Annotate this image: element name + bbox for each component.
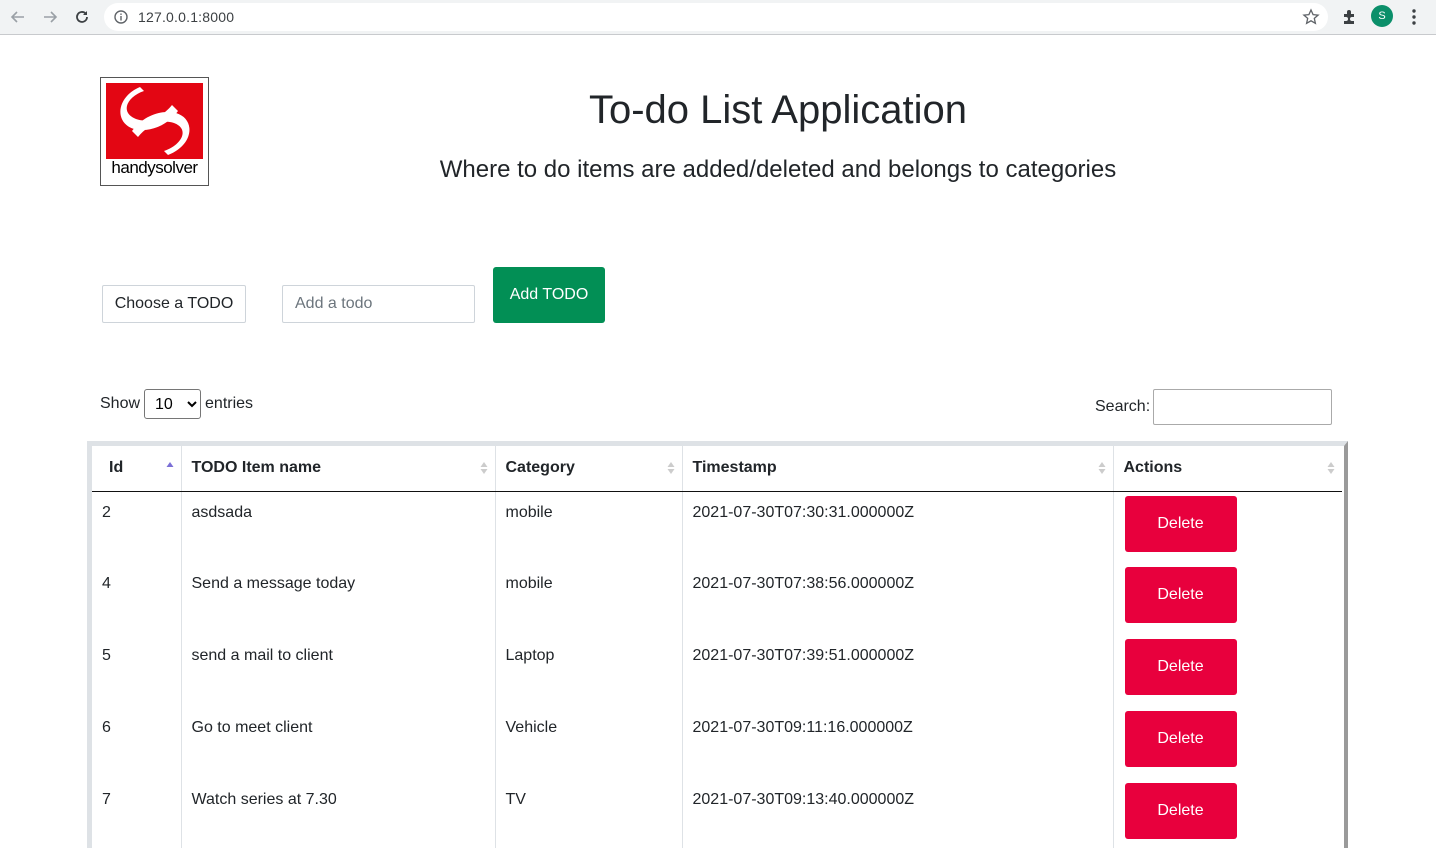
sort-asc-icon <box>166 462 173 467</box>
table-row: 5 send a mail to client Laptop 2021-07-3… <box>92 635 1342 707</box>
page-title: To-do List Application <box>588 88 967 132</box>
browser-toolbar: 127.0.0.1:8000 S <box>0 0 1436 35</box>
cell-timestamp: 2021-07-30T07:38:56.000000Z <box>681 563 1113 635</box>
cell-name: Go to meet client <box>180 707 495 779</box>
cell-id: 7 <box>102 791 111 808</box>
column-header-timestamp[interactable]: Timestamp <box>681 446 1113 492</box>
table-row: 4 Send a message today mobile 2021-07-30… <box>92 563 1342 635</box>
cell-id: 4 <box>102 575 111 592</box>
url-text: 127.0.0.1:8000 <box>138 9 235 25</box>
entries-length-control: Show 10 entries <box>100 389 253 419</box>
delete-button[interactable]: Delete <box>1124 783 1237 839</box>
choose-todo-select[interactable]: Choose a TODO <box>102 285 246 323</box>
cell-timestamp: 2021-07-30T09:11:16.000000Z <box>681 707 1113 779</box>
cell-actions: Delete <box>1112 563 1342 635</box>
cell-timestamp: 2021-07-30T07:39:51.000000Z <box>681 635 1113 707</box>
star-icon[interactable] <box>1302 8 1320 26</box>
cell-actions: Delete <box>1112 707 1342 779</box>
extensions-icon[interactable] <box>1340 7 1360 27</box>
address-bar[interactable]: 127.0.0.1:8000 <box>104 3 1328 31</box>
table-header-row: Id TODO Item name Category Timestamp Act… <box>92 446 1342 492</box>
cell-actions: Delete <box>1112 491 1342 563</box>
todo-table: Id TODO Item name Category Timestamp Act… <box>92 446 1342 848</box>
delete-button[interactable]: Delete <box>1124 495 1237 552</box>
cell-id: 5 <box>102 647 111 664</box>
cell-category: mobile <box>494 563 682 635</box>
add-todo-button[interactable]: Add TODO <box>493 267 605 323</box>
cell-category: Laptop <box>494 635 682 707</box>
cell-timestamp: 2021-07-30T09:13:40.000000Z <box>681 779 1113 848</box>
table-row: 7 Watch series at 7.30 TV 2021-07-30T09:… <box>92 779 1342 848</box>
entries-select[interactable]: 10 <box>144 389 202 419</box>
entries-label: entries <box>205 395 254 412</box>
cell-category: mobile <box>494 491 682 563</box>
search-label: Search: <box>1095 398 1151 415</box>
delete-button[interactable]: Delete <box>1124 639 1237 695</box>
forward-arrow-icon[interactable] <box>38 5 62 29</box>
column-header-label: Category <box>505 459 575 477</box>
cell-name: send a mail to client <box>180 635 495 707</box>
column-header-name[interactable]: TODO Item name <box>180 446 495 492</box>
cell-name: asdsada <box>180 491 495 563</box>
cell-actions: Delete <box>1112 635 1342 707</box>
column-header-label: Id <box>109 459 124 477</box>
cell-name: Send a message today <box>180 563 495 635</box>
column-header-label: Actions <box>1123 459 1183 477</box>
table-row: 6 Go to meet client Vehicle 2021-07-30T0… <box>92 707 1342 779</box>
logo-text: handysolver <box>111 158 198 177</box>
brand-logo: handysolver <box>100 77 209 186</box>
cell-timestamp: 2021-07-30T07:30:31.000000Z <box>681 491 1113 563</box>
column-header-label: TODO Item name <box>191 459 322 477</box>
column-header-id[interactable]: Id <box>92 446 181 492</box>
back-arrow-icon[interactable] <box>6 5 30 29</box>
logo-mark <box>106 83 203 159</box>
column-header-label: Timestamp <box>692 459 777 477</box>
info-icon[interactable] <box>113 9 129 25</box>
profile-avatar[interactable]: S <box>1371 5 1393 27</box>
delete-button[interactable]: Delete <box>1124 711 1237 767</box>
add-todo-input[interactable] <box>282 285 475 323</box>
cell-category: TV <box>494 779 682 848</box>
sort-icon <box>1327 462 1335 474</box>
show-label: Show <box>100 395 141 412</box>
cell-actions: Delete <box>1112 779 1342 848</box>
cell-id: 6 <box>102 719 111 736</box>
cell-id: 2 <box>102 503 111 521</box>
cell-category: Vehicle <box>494 707 682 779</box>
search-input[interactable] <box>1153 389 1333 425</box>
sort-icon <box>480 462 487 474</box>
column-header-category[interactable]: Category <box>494 446 682 492</box>
reload-icon[interactable] <box>70 5 94 29</box>
column-header-actions[interactable]: Actions <box>1112 446 1342 492</box>
sort-icon <box>1098 462 1105 474</box>
table-row: 2 asdsada mobile 2021-07-30T07:30:31.000… <box>92 491 1342 563</box>
table-search: Search: <box>1095 389 1333 425</box>
delete-button[interactable]: Delete <box>1124 567 1237 623</box>
menu-dots-icon[interactable] <box>1405 7 1423 27</box>
sort-icon <box>667 462 674 474</box>
page-subtitle: Where to do items are added/deleted and … <box>439 156 1117 183</box>
cell-name: Watch series at 7.30 <box>180 779 495 848</box>
